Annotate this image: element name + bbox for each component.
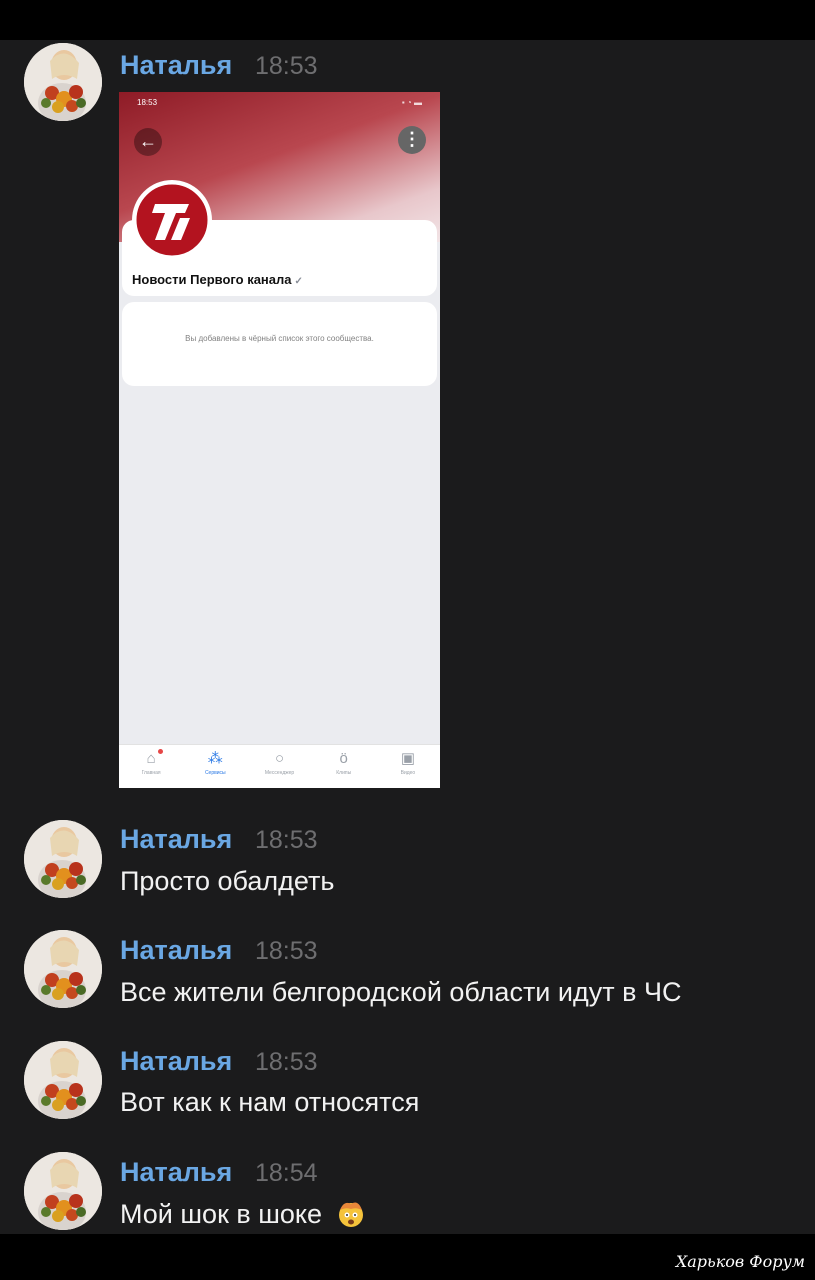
verified-icon: ✓ — [294, 276, 303, 287]
message-text: Вот как к нам относятся — [120, 1087, 420, 1117]
more-vertical-icon[interactable]: ⋮ — [398, 126, 426, 154]
blacklist-notice: Вы добавлены в чёрный список этого сообщ… — [185, 334, 374, 343]
chat-area: Наталья 18:53 18:53 ▪ ◔ ▬ ← ⋮ Новости Пе… — [0, 40, 815, 1234]
status-icons: ▪ ◔ ▬ — [401, 98, 422, 107]
chat-bubble-icon: ○ — [274, 750, 285, 767]
message-text: Мой шок в шоке — [120, 1199, 323, 1229]
message-time: 18:53 — [255, 1048, 318, 1076]
status-bar: 18:53 ▪ ◔ ▬ — [119, 92, 440, 114]
message-time: 18:53 — [255, 826, 318, 854]
status-time: 18:53 — [137, 98, 158, 107]
channel-name: Новости Первого канала ✓ — [132, 272, 303, 287]
tab-label: Сервисы — [204, 770, 226, 776]
message-text: Просто обалдеть — [120, 866, 335, 896]
message-time: 18:53 — [255, 52, 318, 80]
sender-name[interactable]: Наталья — [120, 1157, 232, 1188]
watermark: Харьков Форум — [675, 1252, 805, 1271]
notice-card: Вы добавлены в чёрный список этого сообщ… — [122, 302, 437, 386]
sender-name[interactable]: Наталья — [120, 935, 232, 966]
sender-name[interactable]: Наталья — [120, 824, 232, 855]
tab-clips[interactable]: ö Клипы — [312, 745, 376, 788]
tab-label: Мессенджер — [264, 770, 295, 776]
tab-label: Главная — [141, 770, 161, 776]
message-time: 18:54 — [255, 1159, 318, 1187]
channel-logo — [132, 180, 212, 260]
notification-dot — [158, 749, 163, 754]
tab-label: Видео — [400, 770, 416, 776]
tab-label: Клипы — [336, 770, 352, 776]
tab-services[interactable]: ⁂ Сервисы — [183, 745, 247, 788]
message-text-row: Мой шок в шоке — [120, 1198, 366, 1230]
tab-video[interactable]: ▣ Видео — [376, 745, 440, 788]
tab-bar: ⌂ Главная ⁂ Сервисы ○ Мессенджер ö Клипы ▣ Ви… — [119, 744, 440, 788]
message-time: 18:53 — [255, 937, 318, 965]
video-icon: ▣ — [400, 750, 415, 767]
tab-home[interactable]: ⌂ Главная — [119, 745, 183, 788]
sender-name[interactable]: Наталья — [120, 50, 232, 81]
clips-icon: ö — [339, 750, 348, 767]
message-text: Все жители белгородской области идут в Ч… — [120, 977, 682, 1007]
sender-name[interactable]: Наталья — [120, 1046, 232, 1077]
attached-screenshot[interactable]: 18:53 ▪ ◔ ▬ ← ⋮ Новости Первого канала ✓ … — [119, 92, 440, 788]
home-icon: ⌂ — [146, 750, 156, 767]
exploding-head-emoji-icon — [336, 1198, 366, 1228]
avatar[interactable] — [24, 1152, 102, 1230]
avatar[interactable] — [24, 820, 102, 898]
avatar[interactable] — [24, 1041, 102, 1119]
avatar[interactable] — [24, 930, 102, 1008]
tab-messenger[interactable]: ○ Мессенджер — [247, 745, 311, 788]
back-arrow-icon[interactable]: ← — [134, 128, 162, 156]
services-icon: ⁂ — [207, 750, 223, 767]
avatar[interactable] — [24, 43, 102, 121]
channel-name-text: Новости Первого канала — [132, 272, 292, 287]
